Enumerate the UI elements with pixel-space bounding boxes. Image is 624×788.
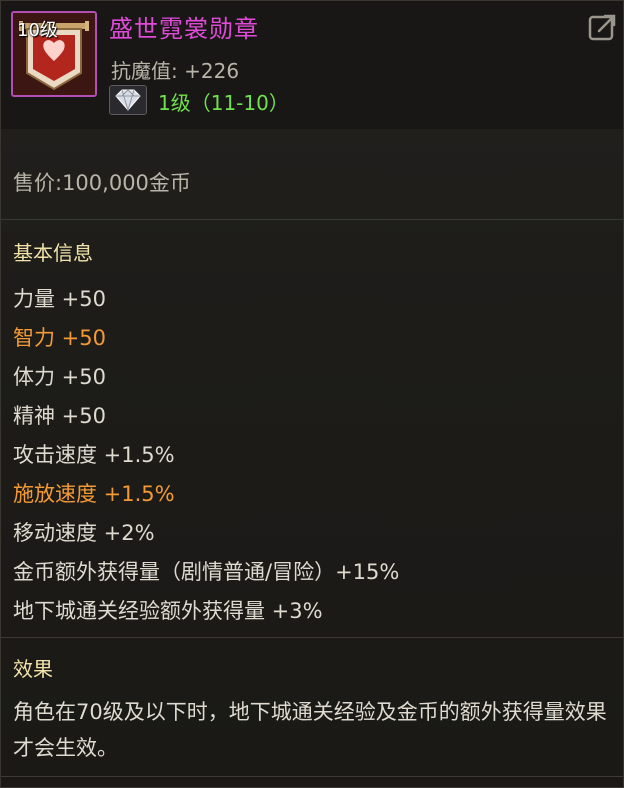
upgrade-level: 1级（11-10）	[158, 91, 289, 115]
share-export-icon[interactable]	[587, 11, 619, 43]
stat-line: 力量 +50	[13, 287, 106, 311]
stat-line: 体力 +50	[13, 365, 106, 389]
stat-line: 智力 +50	[13, 326, 106, 350]
stat-line: 金币额外获得量（剧情普通/冒险）+15%	[13, 560, 400, 584]
divider	[1, 219, 623, 220]
basic-info-title: 基本信息	[13, 241, 93, 265]
item-name: 盛世霓裳勋章	[109, 15, 259, 43]
item-icon[interactable]: 10级	[11, 11, 97, 97]
stat-line: 地下城通关经验额外获得量 +3%	[13, 599, 323, 623]
divider	[1, 637, 623, 638]
magic-resist-value: +226	[184, 59, 240, 83]
stat-line: 精神 +50	[13, 404, 106, 428]
effect-title: 效果	[13, 657, 53, 681]
item-level-badge: 10级	[17, 20, 58, 41]
stat-line: 施放速度 +1.5%	[13, 482, 175, 506]
magic-resist-stat: 抗魔值: +226	[111, 55, 239, 84]
magic-resist-label: 抗魔值:	[111, 59, 178, 83]
item-tooltip: 10级 盛世霓裳勋章 抗魔值: +226 1级（11-10） 售价:100,00…	[0, 0, 624, 788]
stat-line: 移动速度 +2%	[13, 521, 155, 545]
stat-line: 攻击速度 +1.5%	[13, 443, 175, 467]
effect-description: 角色在70级及以下时，地下城通关经验及金币的额外获得量效果才会生效。	[13, 700, 607, 760]
sell-price: 售价:100,000金币	[13, 171, 191, 195]
divider	[1, 776, 623, 777]
tooltip-header: 10级 盛世霓裳勋章 抗魔值: +226 1级（11-10）	[1, 1, 623, 129]
diamond-gem-icon	[109, 85, 147, 115]
